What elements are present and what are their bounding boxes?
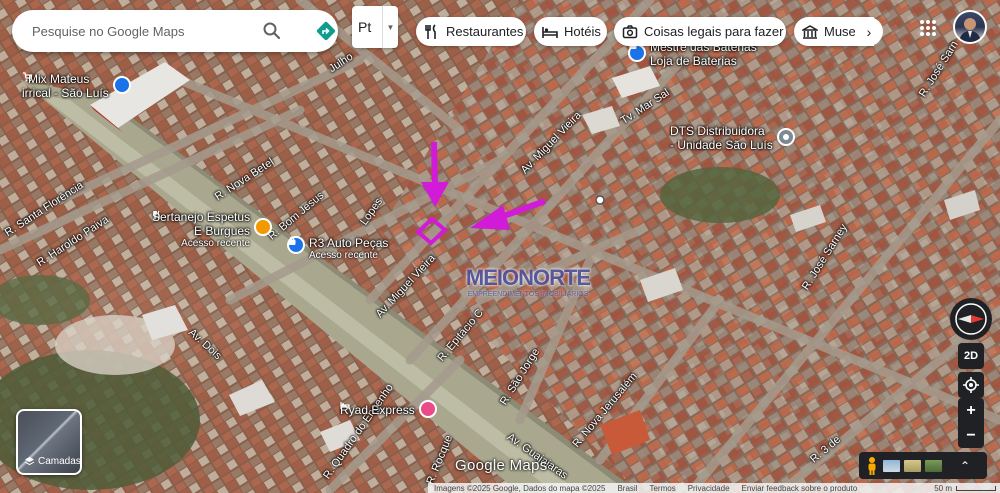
watermark: MEIONORTE EMPREENDIMENTOS IMOBILIÁRIOS — [452, 265, 604, 298]
my-location-icon — [963, 377, 979, 393]
chip-hoteis[interactable]: Hotéis — [534, 17, 607, 46]
fork-knife-icon — [425, 23, 436, 39]
poi-sertanejo-sub: Acesso recente — [181, 238, 251, 249]
layer-select-value: Pt — [358, 19, 372, 35]
footer-attribution: Imagens ©2025 Google, Dados do mapa ©202… — [434, 483, 606, 493]
satellite-map[interactable]: Julho R. Santa Florência R. Haroldo Paiv… — [0, 0, 1000, 493]
fork-knife-icon — [153, 210, 273, 236]
location-dot-icon — [776, 128, 795, 146]
zoom-in-button[interactable]: + — [958, 398, 984, 423]
thumbnail-1[interactable] — [883, 459, 900, 472]
search-box[interactable] — [12, 10, 338, 52]
zoom-controls: + − — [958, 398, 984, 448]
pegman-icon[interactable] — [865, 456, 879, 476]
poi-ryad[interactable]: Ryad Express — [340, 400, 437, 418]
caret-down-icon[interactable]: ▼ — [382, 6, 398, 48]
chip-coisas-legais[interactable]: Coisas legais para fazer — [614, 17, 786, 46]
layers-label: Camadas — [38, 456, 81, 467]
thumbnail-3[interactable] — [925, 459, 942, 472]
camera-icon — [622, 24, 638, 38]
watermark-subtitle: EMPREENDIMENTOS IMOBILIÁRIOS — [467, 291, 589, 298]
layers-button[interactable]: Camadas — [16, 409, 82, 475]
thumbnail-2[interactable] — [904, 459, 921, 472]
bag-icon — [628, 40, 646, 62]
chip-label: Coisas legais para fazer — [644, 24, 784, 39]
apps-grid-icon[interactable] — [918, 18, 938, 38]
footer-feedback[interactable]: Enviar feedback sobre o produto — [742, 484, 858, 493]
profile-photo — [959, 18, 981, 42]
expand-up-icon[interactable]: ⌃ — [960, 459, 970, 473]
footer-privacy[interactable]: Privacidade — [688, 484, 730, 493]
poi-ryad-name: Ryad Express — [340, 403, 415, 417]
poi-sertanejo-line2: E Burgues — [194, 224, 251, 238]
compass[interactable] — [950, 298, 992, 340]
footer-country[interactable]: Brasil — [617, 484, 637, 493]
chip-label: Restaurantes — [446, 24, 524, 39]
compass-icon — [955, 303, 987, 335]
cart-icon — [23, 72, 131, 94]
poi-sertanejo[interactable]: Sertanejo Espetus E Burgues Acesso recen… — [152, 210, 273, 250]
footer-terms[interactable]: Termos — [649, 484, 675, 493]
poi-mestre-baterias-line2: Loja de Baterias — [650, 54, 737, 68]
layers-icon — [24, 457, 35, 466]
chip-restaurantes[interactable]: Restaurantes — [416, 17, 526, 46]
bed-icon — [340, 400, 437, 418]
footer-bar: Imagens ©2025 Google, Dados do mapa ©202… — [428, 483, 1000, 493]
scale-line — [956, 485, 996, 491]
zoom-out-button[interactable]: − — [958, 423, 984, 448]
poi-r3-name: R3 Auto Peças — [309, 236, 389, 250]
scale-bar[interactable]: 50 m — [934, 484, 996, 493]
poi-mix-mateus[interactable]: Mix Mateus irrical - São Luís — [22, 72, 131, 100]
poi-mix-mateus-line2: irrical - São Luís — [22, 86, 109, 100]
bag-icon — [287, 236, 305, 254]
scale-label: 50 m — [934, 483, 952, 493]
poi-r3-sub: Acesso recente — [309, 250, 378, 261]
avatar[interactable] — [953, 10, 987, 44]
poi-sertanejo-name: Sertanejo Espetus — [152, 210, 251, 224]
bed-icon — [542, 26, 558, 38]
poi-mix-mateus-name: Mix Mateus — [28, 72, 90, 86]
bottom-tray: ⌃ — [859, 452, 987, 479]
search-input[interactable] — [32, 23, 252, 39]
poi-dts[interactable]: DTS Distribuidora - Unidade São Luís — [670, 124, 795, 152]
museum-icon — [802, 24, 818, 39]
chevron-right-icon[interactable]: › — [855, 17, 883, 46]
poi-dts-line2: - Unidade São Luís — [670, 138, 773, 152]
directions-icon[interactable] — [315, 20, 337, 42]
search-icon[interactable] — [262, 21, 282, 41]
my-location-button[interactable] — [958, 372, 984, 398]
poi-r3[interactable]: R3 Auto Peças Acesso recente — [287, 236, 388, 262]
watermark-title: MEIONORTE — [465, 265, 591, 290]
mode-2d-button[interactable]: 2D — [958, 343, 984, 369]
layer-select[interactable]: Pt ▼ — [352, 6, 398, 48]
google-maps-logo: Google Maps — [455, 457, 548, 474]
poi-dts-name: DTS Distribuidora — [670, 124, 765, 138]
chip-label: Hotéis — [564, 24, 601, 39]
layers-label-wrap: Camadas — [24, 456, 81, 467]
map-imagery — [0, 0, 1000, 493]
